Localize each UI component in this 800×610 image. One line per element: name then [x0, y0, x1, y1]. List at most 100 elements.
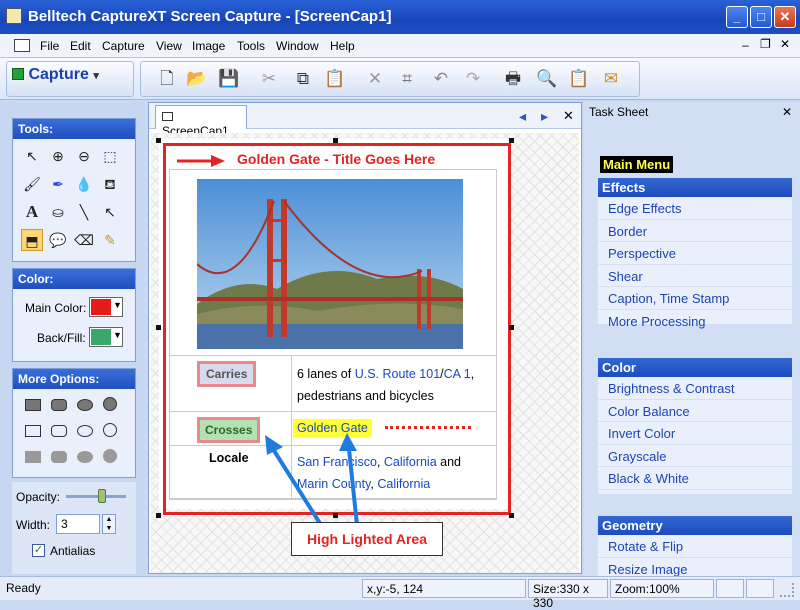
- main-toolbar-group: [140, 61, 640, 97]
- task-grayscale[interactable]: Grayscale: [598, 445, 792, 467]
- arrow-tool-icon[interactable]: ↖: [99, 201, 121, 223]
- fill-bucket-icon[interactable]: ⛾: [99, 173, 121, 195]
- callout-tool-icon[interactable]: 💬: [47, 229, 69, 251]
- image-canvas[interactable]: Carries 6 lanes of U.S. Route 101/CA 1, p…: [151, 133, 579, 573]
- pie-shape[interactable]: [103, 423, 117, 437]
- resize-handle[interactable]: [156, 325, 161, 330]
- task-black-white[interactable]: Black & White: [598, 467, 792, 490]
- stamp-icon[interactable]: ⛀: [47, 201, 69, 223]
- highlighter-icon[interactable]: ✎: [99, 229, 121, 251]
- eyedropper-icon[interactable]: 💧: [73, 173, 95, 195]
- new-icon[interactable]: 🗋: [154, 66, 180, 92]
- eraser-icon[interactable]: ⌫: [73, 229, 95, 251]
- save-icon[interactable]: 💾: [216, 66, 242, 92]
- menu-edit[interactable]: Edit: [70, 39, 91, 53]
- select-rect-icon[interactable]: ⬚: [99, 145, 121, 167]
- opacity-slider-thumb[interactable]: [98, 489, 106, 503]
- task-border[interactable]: Border: [598, 220, 792, 242]
- zoom-in-icon[interactable]: ⊕: [47, 145, 69, 167]
- resize-handle[interactable]: [156, 138, 161, 143]
- brush-icon[interactable]: 🖌: [21, 173, 43, 195]
- round-rect-shape[interactable]: [51, 425, 67, 437]
- menu-tools[interactable]: Tools: [237, 39, 265, 53]
- status-ready: Ready: [6, 581, 41, 595]
- menu-view[interactable]: View: [156, 39, 182, 53]
- task-sheet-close-icon[interactable]: ✕: [782, 105, 792, 119]
- line-tool-icon[interactable]: ╲: [73, 201, 95, 223]
- filled-rect-shape[interactable]: [25, 399, 41, 411]
- mdi-restore-icon[interactable]: ❐: [760, 37, 771, 51]
- antialias-checkbox[interactable]: ✓: [32, 544, 45, 557]
- task-more-processing[interactable]: More Processing: [598, 310, 792, 332]
- paste-icon[interactable]: 📋: [322, 66, 348, 92]
- print-preview-icon[interactable]: 🔍: [534, 66, 560, 92]
- effects-header[interactable]: Effects: [598, 178, 792, 197]
- mdi-minimize-icon[interactable]: –: [742, 38, 749, 52]
- cut-icon[interactable]: ✂: [256, 66, 282, 92]
- resize-handle[interactable]: [509, 325, 514, 330]
- clipboard-icon[interactable]: 📋: [566, 66, 592, 92]
- filled-pie-shape[interactable]: [103, 397, 117, 411]
- task-color-balance[interactable]: Color Balance: [598, 400, 792, 422]
- menu-window[interactable]: Window: [276, 39, 319, 53]
- menu-capture[interactable]: Capture: [102, 39, 145, 53]
- tab-close-icon[interactable]: ✕: [563, 108, 574, 124]
- zoom-out-icon[interactable]: ⊖: [73, 145, 95, 167]
- pen-icon[interactable]: ✒: [47, 173, 69, 195]
- resize-grip-icon[interactable]: [780, 583, 794, 597]
- filled-ellipse-shape[interactable]: [77, 399, 93, 411]
- menu-image[interactable]: Image: [192, 39, 225, 53]
- task-invert-color[interactable]: Invert Color: [598, 422, 792, 445]
- redo-icon[interactable]: ↷: [460, 66, 486, 92]
- width-input[interactable]: 3: [56, 514, 100, 534]
- back-fill-picker[interactable]: ▼: [89, 327, 123, 347]
- width-stepper[interactable]: ▲ ▼: [102, 514, 116, 534]
- document-window: ScreenCap1 ◂ ▸ ✕ Carries 6 lanes of U.S.…: [148, 102, 582, 574]
- task-resize-image[interactable]: Resize Image: [598, 558, 792, 577]
- capture-button[interactable]: Capture ▾: [12, 66, 118, 92]
- mdi-close-icon[interactable]: ✕: [780, 37, 790, 51]
- soft-pie-shape[interactable]: [103, 449, 117, 463]
- soft-ellipse-shape[interactable]: [77, 451, 93, 463]
- copy-icon[interactable]: ⧉: [290, 66, 316, 92]
- tab-prev-icon[interactable]: ◂: [519, 108, 526, 125]
- print-icon[interactable]: 🖶: [500, 66, 526, 92]
- soft-rect-shape[interactable]: [25, 451, 41, 463]
- email-icon[interactable]: ✉: [598, 66, 624, 92]
- resize-handle[interactable]: [509, 513, 514, 518]
- tab-screencap1[interactable]: ScreenCap1: [155, 105, 247, 138]
- main-color-picker[interactable]: ▼: [89, 297, 123, 317]
- task-caption-time-stamp[interactable]: Caption, Time Stamp: [598, 287, 792, 310]
- ellipse-shape[interactable]: [77, 425, 93, 437]
- filled-round-rect-shape[interactable]: [51, 399, 67, 411]
- minimize-button[interactable]: _: [726, 6, 748, 28]
- menu-help[interactable]: Help: [330, 39, 355, 53]
- undo-icon[interactable]: ↶: [428, 66, 454, 92]
- menu-file[interactable]: File: [40, 39, 59, 53]
- task-rotate-flip[interactable]: Rotate & Flip: [598, 535, 792, 558]
- soft-round-rect-shape[interactable]: [51, 451, 67, 463]
- task-perspective[interactable]: Perspective: [598, 242, 792, 265]
- geometry-header[interactable]: Geometry: [598, 516, 792, 535]
- task-brightness-contrast[interactable]: Brightness & Contrast: [598, 377, 792, 400]
- maximize-button[interactable]: □: [750, 6, 772, 28]
- close-button[interactable]: ✕: [774, 6, 796, 28]
- rect-shape[interactable]: [25, 425, 41, 437]
- open-folder-icon[interactable]: 📂: [184, 66, 210, 92]
- capture-dropdown-icon[interactable]: ▾: [93, 70, 99, 82]
- delete-icon[interactable]: ✕: [362, 66, 388, 92]
- status-size: Size:330 x 330: [528, 579, 608, 610]
- opacity-slider[interactable]: [66, 495, 126, 498]
- task-shear[interactable]: Shear: [598, 265, 792, 287]
- resize-handle[interactable]: [156, 513, 161, 518]
- crop-icon[interactable]: ⌗: [394, 66, 420, 92]
- shape-tool-icon[interactable]: ⬒: [21, 229, 43, 251]
- resize-handle[interactable]: [333, 138, 338, 143]
- text-tool-icon[interactable]: A: [21, 201, 43, 223]
- window-title: Belltech CaptureXT Screen Capture - [Scr…: [28, 8, 392, 25]
- color-header[interactable]: Color: [598, 358, 792, 377]
- tab-next-icon[interactable]: ▸: [541, 108, 548, 125]
- resize-handle[interactable]: [509, 138, 514, 143]
- pointer-tool-icon[interactable]: ↖: [21, 145, 43, 167]
- task-edge-effects[interactable]: Edge Effects: [598, 197, 792, 220]
